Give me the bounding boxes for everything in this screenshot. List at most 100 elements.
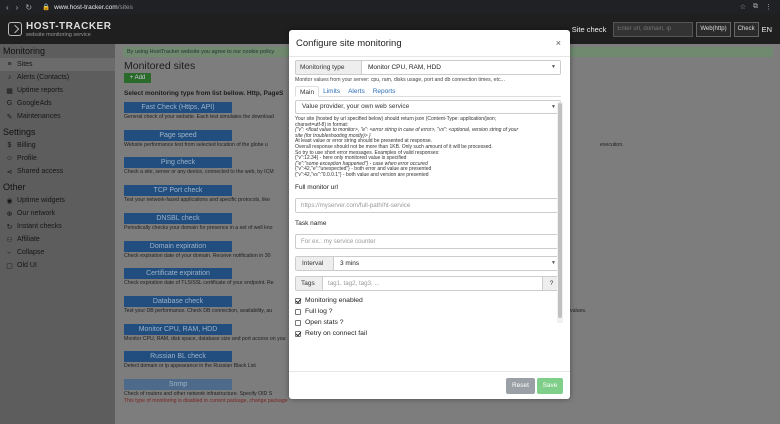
add-button[interactable]: + Add <box>124 73 151 83</box>
browser-toolbar: ‹ › ↻ 🔒 www.host-tracker.com/sites ☆ ⧉ ⋮ <box>0 0 780 14</box>
sidebar-item-uptime-widgets[interactable]: ◉ Uptime widgets <box>0 194 115 207</box>
share-icon: ⋖ <box>6 168 13 176</box>
network-icon: ⊕ <box>6 210 13 218</box>
chevron-down-icon: ▼ <box>551 259 556 266</box>
tab-alerts[interactable]: Alerts <box>344 86 369 96</box>
checkbox-box[interactable] <box>295 330 301 337</box>
sidebar-item-shared-access[interactable]: ⋖ Shared access <box>0 165 115 178</box>
list-icon: ≡ <box>7 61 12 68</box>
tab-limits[interactable]: Limits <box>319 86 344 96</box>
monitoring-type-hint: Monitor values from your server: cpu, ra… <box>295 77 505 83</box>
chevron-down-icon: ▼ <box>551 104 556 110</box>
reload-icon[interactable]: ↻ <box>25 3 32 12</box>
tags-label: Tags <box>296 276 323 290</box>
interval-select[interactable]: Interval 3 mins ▼ <box>295 255 561 271</box>
back-icon[interactable]: ‹ <box>6 3 9 12</box>
checkbox-retry-on-connect-fail[interactable]: Retry on connect fail <box>295 330 561 338</box>
user-icon: ☺ <box>6 155 14 162</box>
close-icon[interactable]: × <box>556 38 561 48</box>
sidebar-item-googleads[interactable]: G GoogleAds <box>0 97 115 110</box>
sidebar-item-alerts[interactable]: ♪ Alerts (Contacts) <box>0 71 115 84</box>
site-check-input[interactable] <box>613 21 694 37</box>
chevron-down-icon: ▼ <box>551 64 556 70</box>
interval-label: Interval <box>296 256 334 270</box>
sidebar-item-old-ui[interactable]: ▢ Old UI <box>0 259 115 272</box>
collapse-icon: ← <box>6 249 13 256</box>
value-provider-value: Value provider, your own web service <box>302 103 410 110</box>
old-ui-icon: ▢ <box>6 262 13 270</box>
sidebar-item-sites[interactable]: ≡ Sites <box>0 58 115 71</box>
menu-icon[interactable]: ⋮ <box>765 3 772 11</box>
dialog-scrollbar[interactable] <box>557 102 563 323</box>
type-button-ping[interactable]: Ping check <box>124 157 232 168</box>
ads-icon: G <box>6 100 13 107</box>
type-button-page-speed[interactable]: Page speed <box>124 130 232 141</box>
logo-subtitle: website monitoring service <box>26 31 91 38</box>
logo[interactable]: HOST-TRACKER website monitoring service <box>8 21 111 38</box>
forward-icon[interactable]: › <box>16 3 19 12</box>
type-button-monitor-cpu[interactable]: Monitor CPU, RAM, HDD <box>124 324 232 335</box>
type-button-russian-bl[interactable]: Russian BL check <box>124 351 232 362</box>
tab-reports[interactable]: Reports <box>369 86 400 96</box>
value-provider-select[interactable]: Value provider, your own web service ▼ <box>295 100 561 114</box>
checkbox-box[interactable] <box>295 308 301 315</box>
tags-field: Tags tag1, tag2, tag3, ... ? <box>295 275 561 291</box>
logo-mark-icon <box>8 22 22 36</box>
instant-icon: ↻ <box>6 223 13 231</box>
sidebar-item-maintenances[interactable]: ✎ Maintenances <box>0 110 115 123</box>
sidebar-item-instant-checks[interactable]: ↻ Instant checks <box>0 220 115 233</box>
provider-description: Your site (hosted by url specified below… <box>295 116 551 179</box>
sidebar-item-profile[interactable]: ☺ Profile <box>0 152 115 165</box>
wrench-icon: ✎ <box>6 113 13 121</box>
reset-button[interactable]: Reset <box>506 378 535 394</box>
settings-heading: Settings <box>3 127 36 137</box>
type-button-domain-expiration[interactable]: Domain expiration <box>124 241 232 252</box>
type-button-fast-check[interactable]: Fast Check (Https, API) <box>124 102 232 113</box>
task-name-label: Task name <box>295 219 327 227</box>
web-http-button[interactable]: Web(http) <box>696 21 731 37</box>
scrollbar-thumb[interactable] <box>558 103 562 318</box>
bell-icon: ♪ <box>7 74 12 81</box>
full-url-input[interactable]: https://myserver.com/full-path/ht-servic… <box>295 197 561 213</box>
monitoring-heading: Monitoring <box>3 46 46 56</box>
monitoring-type-label: Monitoring type <box>296 61 362 74</box>
save-button[interactable]: Save <box>537 378 563 394</box>
language-selector[interactable]: EN <box>762 25 772 34</box>
select-type-text: Select monitoring type from list bellow.… <box>124 90 284 97</box>
dialog-body: Monitoring type Monitor CPU, RAM, HDD ▼ M… <box>295 60 561 365</box>
sidebar: Monitoring ≡ Sites ♪ Alerts (Contacts) ▦ Up… <box>0 44 115 424</box>
dialog-title: Configure site monitoring <box>296 37 402 49</box>
type-button-snmp[interactable]: Snmp <box>124 379 232 390</box>
other-heading: Other <box>3 182 26 192</box>
sidebar-item-uptime-reports[interactable]: ▦ Uptime reports <box>0 84 115 97</box>
logo-title: HOST-TRACKER <box>26 20 112 32</box>
dialog-footer: Reset Save <box>289 371 570 399</box>
checkbox-open-stats[interactable]: Open stats ? <box>295 319 561 327</box>
monitoring-type-select[interactable]: Monitoring type Monitor CPU, RAM, HDD ▼ <box>295 60 561 75</box>
address-bar[interactable]: 🔒 www.host-tracker.com/sites <box>42 3 133 12</box>
checkbox-monitoring-enabled[interactable]: Monitoring enabled <box>295 297 561 305</box>
checkbox-box[interactable] <box>295 319 301 326</box>
task-name-input[interactable]: For ex.: my service counter <box>295 233 561 249</box>
sidebar-item-affiliate[interactable]: ⚇ Affiliate <box>0 233 115 246</box>
chart-icon: ▦ <box>6 87 13 95</box>
tab-main[interactable]: Main <box>295 86 320 97</box>
full-url-label: Full monitor url <box>295 183 338 191</box>
extension-icon[interactable]: ⧉ <box>753 3 758 11</box>
page-title: Monitored sites <box>124 60 196 72</box>
checkbox-box[interactable] <box>295 297 301 304</box>
sidebar-item-our-network[interactable]: ⊕ Our network <box>0 207 115 220</box>
site-check-label: Site check <box>571 24 607 34</box>
dialog-tabs: Main Limits Alerts Reports <box>295 86 561 97</box>
star-icon[interactable]: ☆ <box>740 3 746 11</box>
sidebar-item-collapse[interactable]: ← Collapse <box>0 246 115 259</box>
type-button-certificate-expiration[interactable]: Certificate expiration <box>124 268 232 279</box>
sidebar-item-billing[interactable]: $ Billing <box>0 139 115 152</box>
tags-input[interactable]: tag1, tag2, tag3, ... <box>323 277 542 290</box>
type-button-dnsbl[interactable]: DNSBL check <box>124 213 232 224</box>
check-button[interactable]: Check <box>733 21 759 37</box>
checkbox-full-log[interactable]: Full log ? <box>295 308 561 316</box>
type-button-database[interactable]: Database check <box>124 296 232 307</box>
type-button-tcp-port[interactable]: TCP Port check <box>124 185 232 196</box>
interval-value: 3 mins <box>340 259 360 267</box>
